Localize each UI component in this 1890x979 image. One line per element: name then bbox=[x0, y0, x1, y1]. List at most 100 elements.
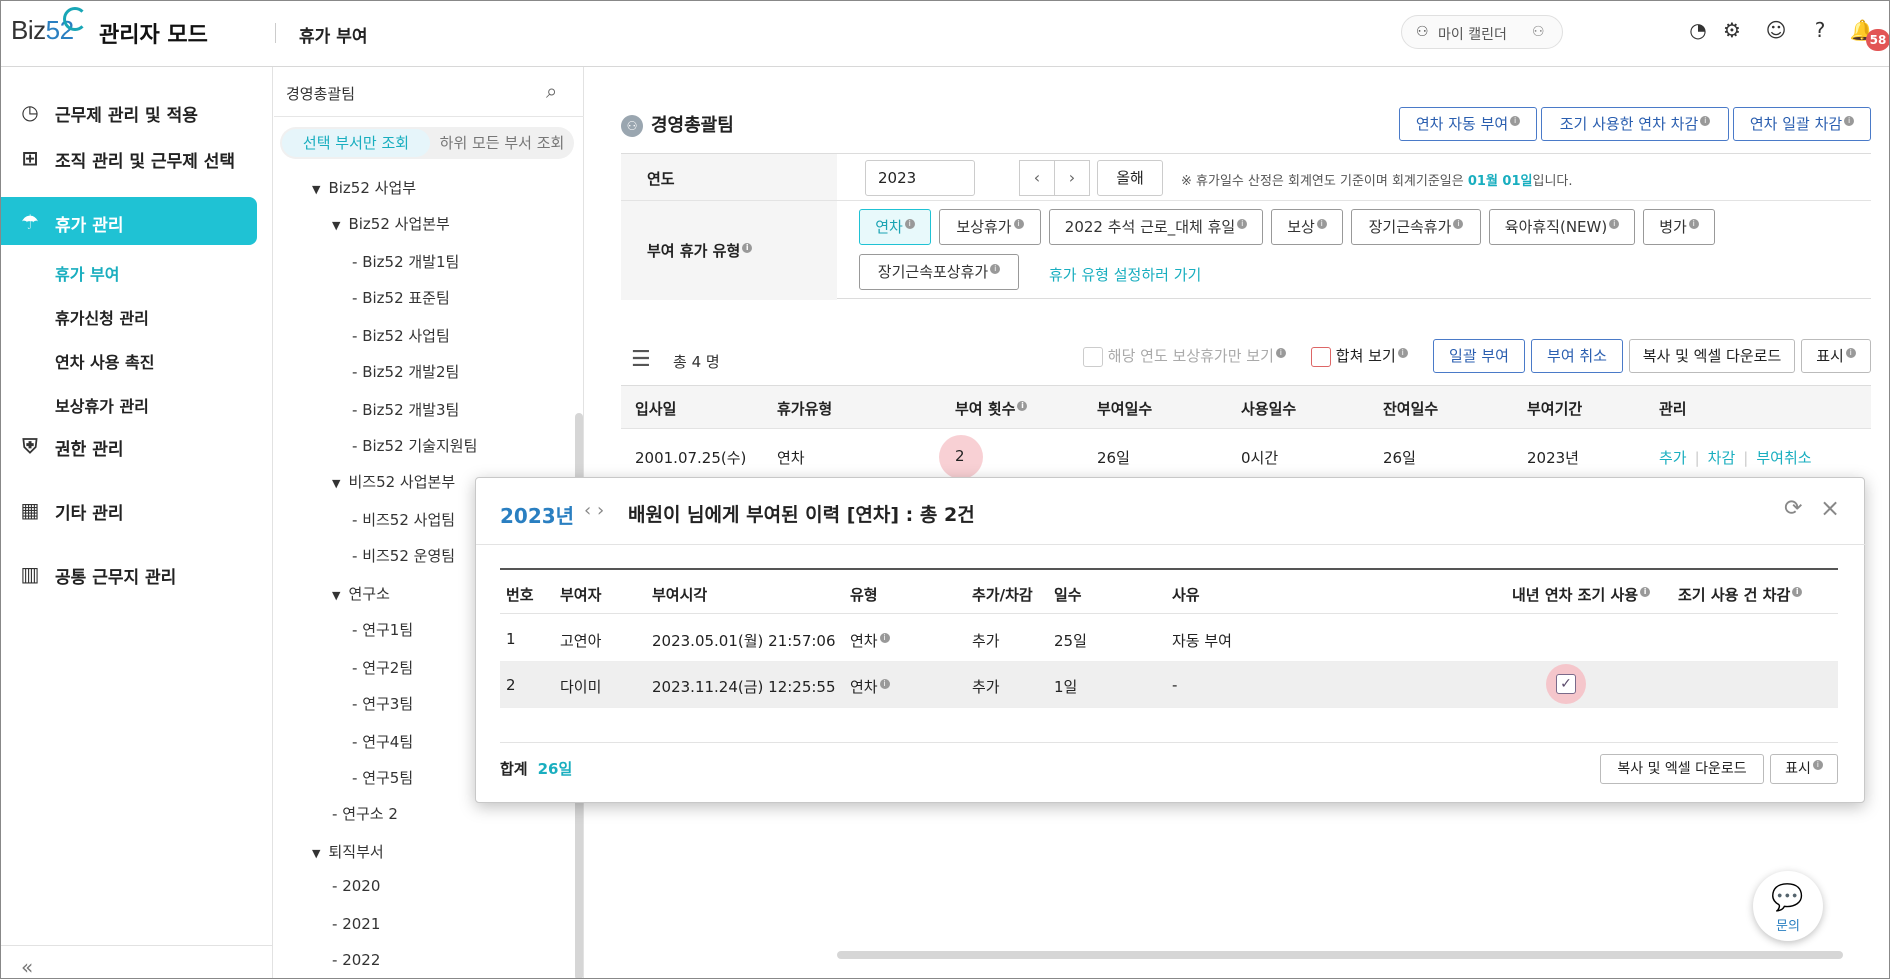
early-deduct-button[interactable]: 조기 사용한 연차 차감 i bbox=[1541, 107, 1729, 141]
tree-node[interactable]: - Biz52 사업팀 bbox=[352, 325, 450, 346]
grid-icon: ▦ bbox=[20, 498, 40, 522]
horizontal-scrollbar[interactable] bbox=[837, 951, 1843, 959]
grant-count-link[interactable]: 2 bbox=[955, 447, 965, 465]
info-icon: i bbox=[1609, 219, 1620, 229]
deduct-link[interactable]: 차감 bbox=[1708, 449, 1736, 467]
refresh-icon[interactable]: ⟳ bbox=[1784, 496, 1802, 521]
tree-node[interactable]: - 연구5팀 bbox=[352, 767, 413, 788]
merged-view-toggle[interactable]: 합쳐 보기 i bbox=[1311, 345, 1408, 367]
chevron-right-icon[interactable]: › bbox=[597, 500, 604, 521]
only-comp-leave-toggle[interactable]: 해당 연도 보상휴가만 보기 i bbox=[1083, 345, 1286, 367]
tree-node[interactable]: - 연구소 2 bbox=[332, 803, 398, 824]
tree-node[interactable]: - 비즈52 사업팀 bbox=[352, 509, 455, 530]
tree-node[interactable]: - 연구3팀 bbox=[352, 693, 413, 714]
leave-type-chip[interactable]: 장기근속포상휴가 i bbox=[859, 254, 1019, 290]
user-circle-icon[interactable]: ☺ bbox=[1763, 17, 1789, 43]
team-icon: ⚇ bbox=[621, 115, 643, 137]
grant-history-modal: 2023년 ‹ › 배원이 님에게 부여된 이력 [연차] : 총 2건 ⟳ ×… bbox=[475, 477, 1866, 803]
modal-copy-excel-button[interactable]: 복사 및 엑셀 다운로드 bbox=[1600, 754, 1764, 784]
chat-button[interactable]: 💬 문의 bbox=[1753, 871, 1823, 941]
tree-node[interactable]: - Biz52 개발1팀 bbox=[352, 251, 459, 272]
tree-node[interactable]: ▼ 퇴직부서 bbox=[312, 841, 384, 862]
tree-search-input[interactable]: 경영총괄팀 bbox=[286, 83, 355, 104]
leave-type-chip[interactable]: 보상 i bbox=[1271, 209, 1343, 245]
merged-view-checkbox bbox=[1311, 346, 1331, 367]
tree-node[interactable]: ▼ Biz52 사업부 bbox=[312, 177, 416, 198]
nav-item-etc[interactable]: ▦ 기타 관리 bbox=[1, 485, 257, 533]
tree-node[interactable]: ▼ 비즈52 사업본부 bbox=[332, 471, 455, 492]
cancel-grant-button[interactable]: 부여 취소 bbox=[1531, 339, 1623, 373]
leave-type-chip[interactable]: 병가 i bbox=[1643, 209, 1715, 245]
info-icon: i bbox=[1845, 348, 1856, 358]
all-sub-dept-button[interactable]: 하위 모든 부서 조회 bbox=[432, 129, 572, 157]
gear-icon[interactable]: ⚙ bbox=[1719, 17, 1745, 43]
sliders-icon[interactable]: ☰ bbox=[631, 347, 651, 372]
this-year-button[interactable]: 올해 bbox=[1097, 160, 1163, 196]
leave-type-chip[interactable]: 육아휴직(NEW) i bbox=[1489, 209, 1635, 245]
tree-node[interactable]: - Biz52 표준팀 bbox=[352, 287, 450, 308]
copy-excel-button[interactable]: 복사 및 엑셀 다운로드 bbox=[1629, 339, 1795, 373]
my-calendar-button[interactable]: ⚇ 마이 캘린더 ⚇ bbox=[1401, 15, 1563, 49]
person-icon: ⚇ bbox=[1416, 24, 1429, 40]
tree-node[interactable]: - 2022 bbox=[332, 951, 380, 969]
tree-node[interactable]: - Biz52 개발3팀 bbox=[352, 399, 459, 420]
tree-node[interactable]: - 2020 bbox=[332, 877, 380, 895]
people-icon[interactable]: ⚇ bbox=[1532, 24, 1545, 40]
collapse-icon[interactable]: « bbox=[21, 955, 33, 978]
info-icon: i bbox=[1844, 116, 1855, 126]
search-icon[interactable]: ⌕ bbox=[546, 79, 557, 103]
tree-node[interactable]: - 2021 bbox=[332, 915, 380, 933]
leave-type-chip[interactable]: 2022 추석 근로_대체 휴일 i bbox=[1049, 209, 1263, 245]
sub-item-comp-leave[interactable]: 보상휴가 관리 bbox=[55, 393, 149, 417]
early-use-checkbox[interactable]: ✓ bbox=[1556, 674, 1576, 694]
nav-item-common-workplace[interactable]: ▥ 공통 근무지 관리 bbox=[1, 549, 257, 597]
pie-chart-icon[interactable]: ◔ bbox=[1685, 17, 1711, 43]
modal-sum: 합계 26일 bbox=[500, 760, 573, 778]
tree-node[interactable]: ▼ Biz52 사업본부 bbox=[332, 213, 450, 234]
chat-icon: 💬 bbox=[1771, 883, 1804, 913]
leave-type-chip[interactable]: 보상휴가 i bbox=[939, 209, 1041, 245]
info-icon: i bbox=[1017, 401, 1028, 411]
auto-grant-button[interactable]: 연차 자동 부여 i bbox=[1399, 107, 1537, 141]
goto-leave-type-settings-link[interactable]: 휴가 유형 설정하러 가기 bbox=[1049, 264, 1201, 285]
leave-type-label: 부여 휴가 유형 i bbox=[647, 240, 753, 261]
add-link[interactable]: 추가 bbox=[1659, 449, 1687, 467]
tree-node[interactable]: ▼ 연구소 bbox=[332, 583, 390, 604]
app-window: Biz52 관리자 모드 휴가 부여 ⚇ 마이 캘린더 ⚇ ◔ ⚙ ☺ ? 🔔 … bbox=[0, 0, 1890, 979]
help-icon[interactable]: ? bbox=[1807, 17, 1833, 43]
chevron-left-icon[interactable]: ‹ bbox=[584, 500, 591, 521]
leave-type-chip[interactable]: 장기근속휴가 i bbox=[1351, 209, 1481, 245]
nav-item-org[interactable]: ⊞ 조직 관리 및 근무제 선택 bbox=[1, 133, 257, 181]
bulk-grant-button[interactable]: 일괄 부여 bbox=[1433, 339, 1525, 373]
sub-item-leave-requests[interactable]: 휴가신청 관리 bbox=[55, 305, 149, 329]
manage-links: 추가 | 차감 | 부여취소 bbox=[1659, 449, 1812, 467]
nav-item-leave[interactable]: ☂ 휴가 관리 bbox=[1, 197, 257, 245]
tree-node[interactable]: - 비즈52 운영팀 bbox=[352, 545, 455, 566]
year-note: ※ 휴가일수 산정은 회계연도 기준이며 회계기준일은 01월 01일입니다. bbox=[1181, 174, 1573, 189]
tree-node[interactable]: - Biz52 기술지원팀 bbox=[352, 435, 477, 456]
modal-display-button[interactable]: 표시 i bbox=[1770, 754, 1838, 784]
tree-node[interactable]: - 연구1팀 bbox=[352, 619, 413, 640]
top-header: Biz52 관리자 모드 휴가 부여 ⚇ 마이 캘린더 ⚇ ◔ ⚙ ☺ ? 🔔 … bbox=[1, 1, 1889, 67]
filter-panel: 연도 2023 ‹ › 올해 ※ 휴가일수 산정은 회계연도 기준이며 회계기준… bbox=[621, 153, 1871, 300]
prev-year-button[interactable]: ‹ bbox=[1019, 160, 1055, 196]
display-button[interactable]: 표시 i bbox=[1801, 339, 1871, 373]
nav-item-permissions[interactable]: ⛨ 권한 관리 bbox=[1, 421, 257, 469]
chat-label: 문의 bbox=[1776, 919, 1800, 934]
info-icon: i bbox=[990, 264, 1001, 274]
tree-node[interactable]: - Biz52 개발2팀 bbox=[352, 361, 459, 382]
nav-item-work-system[interactable]: ◷ 근무제 관리 및 적용 bbox=[1, 87, 257, 135]
year-input[interactable]: 2023 bbox=[865, 160, 975, 196]
sub-item-annual-promotion[interactable]: 연차 사용 촉진 bbox=[55, 349, 154, 373]
sub-item-leave-grant[interactable]: 휴가 부여 bbox=[55, 261, 119, 285]
next-year-button[interactable]: › bbox=[1054, 160, 1090, 196]
leave-type-chip-annual[interactable]: 연차 i bbox=[859, 209, 931, 245]
tree-node[interactable]: - 연구4팀 bbox=[352, 731, 413, 752]
bulk-deduct-button[interactable]: 연차 일괄 차감 i bbox=[1733, 107, 1871, 141]
cancel-grant-link[interactable]: 부여취소 bbox=[1756, 449, 1811, 467]
tree-node[interactable]: - 연구2팀 bbox=[352, 657, 413, 678]
selected-dept-only-button[interactable]: 선택 부서만 조회 bbox=[282, 129, 430, 157]
close-icon[interactable]: × bbox=[1820, 494, 1840, 522]
modal-title: 배원이 님에게 부여된 이력 [연차] : 총 2건 bbox=[628, 504, 975, 526]
tree-search[interactable]: 경영총괄팀 ⌕ bbox=[274, 67, 584, 117]
